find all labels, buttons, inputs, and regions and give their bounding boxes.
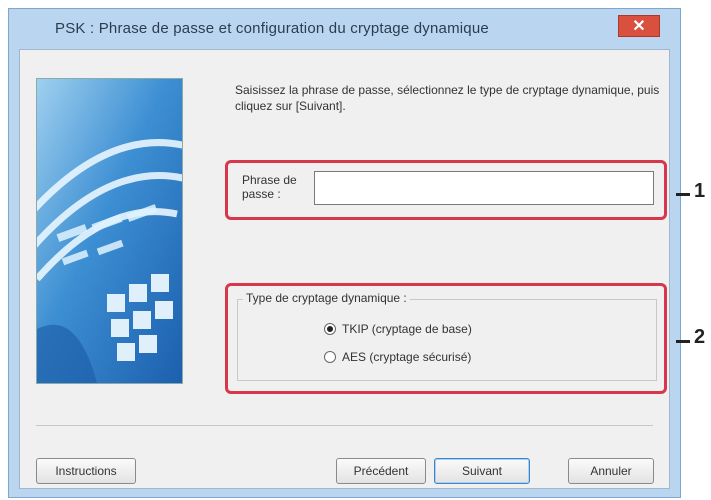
wireless-illustration-icon (36, 78, 183, 384)
radio-aes[interactable]: AES (cryptage sécurisé) (324, 350, 471, 364)
encryption-groupbox (237, 299, 657, 381)
radio-tkip-label: TKIP (cryptage de base) (342, 322, 472, 336)
radio-aes-label: AES (cryptage sécurisé) (342, 350, 472, 364)
previous-button[interactable]: Précédent (336, 458, 426, 484)
callout-2-number: 2 (694, 326, 706, 348)
passphrase-highlight: Phrase de passe : (225, 160, 667, 220)
instructions-button[interactable]: Instructions (36, 458, 136, 484)
radio-tkip[interactable]: TKIP (cryptage de base) (324, 322, 472, 336)
callout-1-number: 1 (694, 180, 706, 202)
encryption-highlight: Type de cryptage dynamique : TKIP (crypt… (225, 283, 667, 394)
dialog-window: PSK : Phrase de passe et configuration d… (8, 8, 681, 498)
title-bar[interactable]: PSK : Phrase de passe et configuration d… (9, 9, 680, 49)
cancel-button[interactable]: Annuler (568, 458, 654, 484)
instruction-text: Saisissez la phrase de passe, sélectionn… (235, 83, 660, 113)
window-title: PSK : Phrase de passe et configuration d… (55, 20, 489, 37)
radio-button-unchecked[interactable] (324, 351, 336, 363)
passphrase-label: Phrase de passe : (242, 173, 297, 201)
close-icon: ✕ (632, 18, 646, 35)
dialog-body: Saisissez la phrase de passe, sélectionn… (19, 49, 670, 489)
encryption-group-title: Type de cryptage dynamique : (243, 291, 410, 305)
callout-1-line (676, 193, 690, 196)
next-button[interactable]: Suivant (434, 458, 530, 484)
divider (36, 425, 653, 426)
close-button[interactable]: ✕ (618, 15, 660, 37)
passphrase-input[interactable] (314, 171, 654, 205)
radio-button-checked[interactable] (324, 323, 336, 335)
callout-2-line (676, 340, 690, 343)
